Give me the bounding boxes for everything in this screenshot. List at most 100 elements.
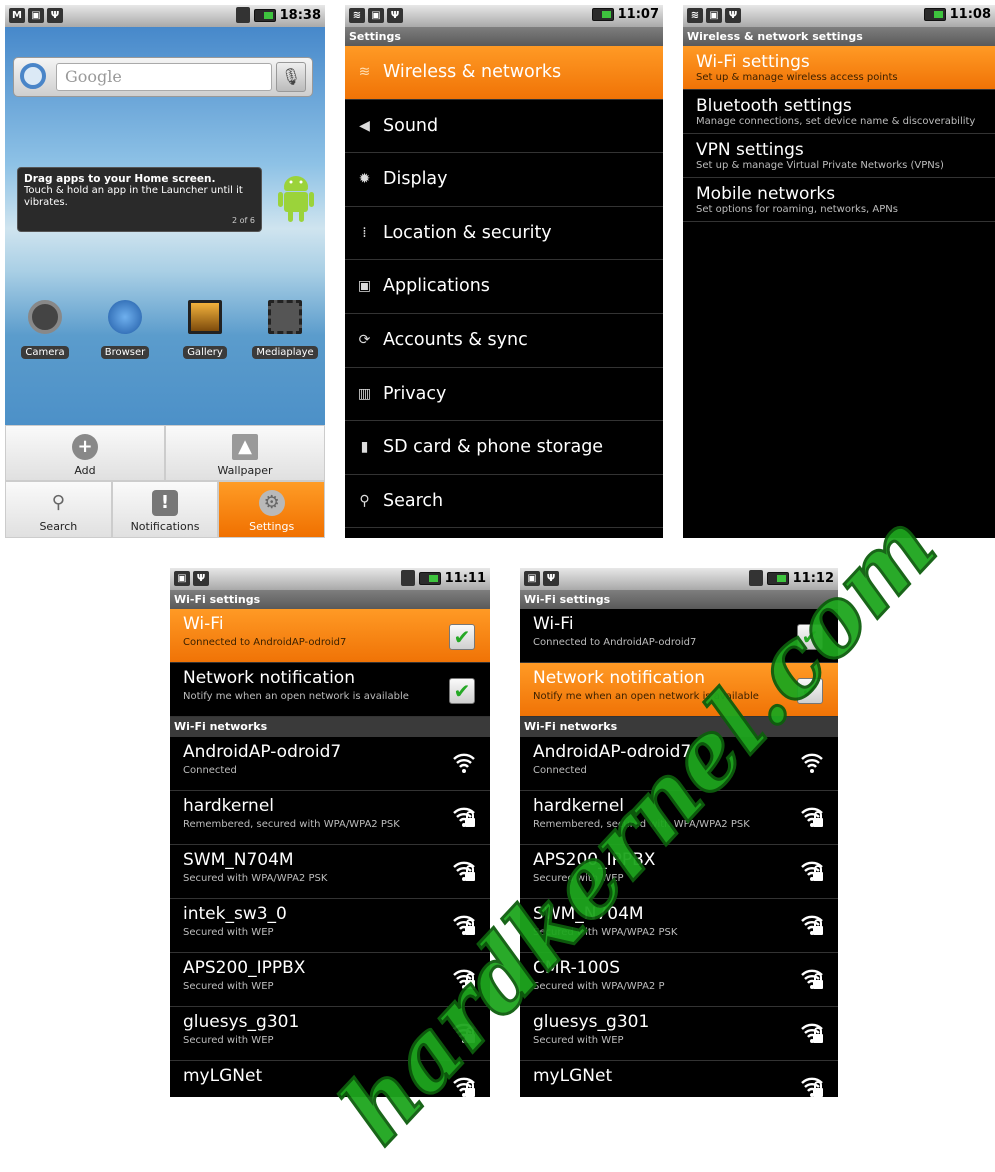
- network-name: AndroidAP-odroid7: [183, 742, 342, 762]
- search-input[interactable]: Google: [56, 63, 272, 91]
- grid-icon: ⁞: [362, 224, 367, 241]
- status-bar: ▣ Ψ 11:11: [170, 568, 490, 590]
- usb-icon: Ψ: [543, 571, 559, 586]
- vpn-settings-item[interactable]: VPN settings Set up & manage Virtual Priv…: [683, 134, 995, 178]
- android-icon: ▣: [174, 571, 190, 586]
- network-status: Secured with WEP: [183, 927, 274, 938]
- wifi-network-row[interactable]: SWM_N704M Secured with WPA/WPA2 PSK: [170, 845, 490, 899]
- wifi-checkbox[interactable]: ✔: [449, 624, 475, 650]
- app-camera[interactable]: Camera: [10, 300, 80, 359]
- mobile-networks-item[interactable]: Mobile networks Set options for roaming, …: [683, 178, 995, 222]
- battery-icon: [418, 571, 441, 585]
- notifications-button[interactable]: ! Notifications: [111, 481, 219, 538]
- bluetooth-settings-item[interactable]: Bluetooth settings Manage connections, se…: [683, 90, 995, 134]
- settings-item-privacy[interactable]: ▥ Privacy: [345, 368, 663, 422]
- search-icon[interactable]: [20, 63, 46, 89]
- network-name: APS200_IPPBX: [533, 850, 656, 870]
- wifi-network-row[interactable]: intek_sw3_0 Secured with WEP: [170, 899, 490, 953]
- search-icon: ⚲: [51, 492, 65, 513]
- settings-item-accounts[interactable]: ⟳ Accounts & sync: [345, 314, 663, 368]
- wifi-network-row[interactable]: gluesys_g301 Secured with WEP: [170, 1007, 490, 1061]
- app-mediaplayer[interactable]: Mediaplaye: [250, 300, 320, 359]
- speaker-icon: ◀: [359, 117, 370, 134]
- wifi-toggle-row[interactable]: Wi-Fi Connected to AndroidAP-odroid7 ✔: [170, 609, 490, 663]
- clock: 11:07: [617, 7, 659, 22]
- wireless-settings-list: Wi-Fi settings Set up & manage wireless a…: [683, 46, 995, 222]
- wifi-network-row[interactable]: APS200_IPPBX Secured with WEP: [520, 845, 838, 899]
- network-name: myLGNet: [533, 1066, 613, 1086]
- wifi-toggle-row[interactable]: Wi-Fi Connected to AndroidAP-odroid7 ✔: [520, 609, 838, 663]
- status-bar: ▣ Ψ 11:12: [520, 568, 838, 590]
- google-search-widget[interactable]: Google 🎙: [13, 57, 313, 97]
- android-icon: ▣: [368, 8, 384, 23]
- sdcard-icon: ▮: [360, 439, 369, 456]
- clock: 11:12: [792, 570, 834, 586]
- battery-icon: [591, 8, 614, 21]
- camera-icon: [28, 300, 62, 334]
- network-notification-row[interactable]: Network notification Notify me when an op…: [170, 663, 490, 717]
- wifi-signal-icon: [800, 751, 824, 775]
- wifi-network-row[interactable]: AndroidAP-odroid7 Connected: [520, 737, 838, 791]
- wifi-checkbox[interactable]: ✔: [797, 624, 823, 650]
- wifi-network-row[interactable]: myLGNet: [520, 1061, 838, 1097]
- settings-item-display[interactable]: ✹ Display: [345, 153, 663, 207]
- wifi-network-row[interactable]: SWM_N704M Secured with WPA/WPA2 PSK: [520, 899, 838, 953]
- wifi-lock-icon: [800, 913, 824, 937]
- wifi-network-row[interactable]: CMR-100S Secured with WPA/WPA2 P: [520, 953, 838, 1007]
- android-icon: ▣: [28, 8, 44, 23]
- app-gallery[interactable]: Gallery: [170, 300, 240, 359]
- wifi-icon: ≋: [358, 64, 371, 80]
- network-status: Secured with WEP: [533, 873, 624, 884]
- page-title: Settings: [345, 27, 663, 46]
- signal-icon: [400, 570, 415, 586]
- network-status: Secured with WPA/WPA2 PSK: [533, 927, 678, 938]
- wifi-settings-item[interactable]: Wi-Fi settings Set up & manage wireless a…: [683, 46, 995, 90]
- signal-icon: [748, 570, 763, 586]
- applications-icon: ▣: [357, 278, 372, 295]
- film-icon: [268, 300, 302, 334]
- network-status: Secured with WEP: [183, 1035, 274, 1046]
- network-name: hardkernel: [533, 796, 625, 816]
- network-notification-checkbox[interactable]: ✔: [449, 678, 475, 704]
- network-notification-row[interactable]: Network notification Notify me when an op…: [520, 663, 838, 717]
- microphone-icon[interactable]: 🎙: [276, 62, 306, 92]
- network-status: Secured with WPA/WPA2 P: [533, 981, 665, 992]
- settings-item-search[interactable]: ⚲ Search: [345, 475, 663, 529]
- section-header: Wi-Fi networks: [520, 717, 838, 737]
- search-button[interactable]: ⚲ Search: [5, 481, 112, 538]
- settings-item-sound[interactable]: ◀ Sound: [345, 100, 663, 154]
- signal-icon: [235, 7, 250, 23]
- wifi-network-row[interactable]: APS200_IPPBX Secured with WEP: [170, 953, 490, 1007]
- wifi-lock-icon: [800, 805, 824, 829]
- wifi-settings-list: Wi-Fi Connected to AndroidAP-odroid7 ✔ Net…: [520, 609, 838, 1097]
- wifi-settings-screen-1: ▣ Ψ 11:11 Wi-Fi settings Wi-Fi Connected t…: [170, 568, 490, 1097]
- android-robot-icon: [278, 176, 314, 222]
- settings-item-storage[interactable]: ▮ SD card & phone storage: [345, 421, 663, 475]
- wifi-lock-icon: [452, 1075, 476, 1097]
- settings-button[interactable]: ⚙ Settings: [218, 481, 325, 538]
- usb-icon: Ψ: [725, 8, 741, 23]
- hint-tooltip[interactable]: Drag apps to your Home screen. Touch & h…: [17, 167, 262, 232]
- usb-icon: Ψ: [47, 8, 63, 23]
- network-status: Secured with WPA/WPA2 PSK: [183, 873, 328, 884]
- wifi-lock-icon: [452, 805, 476, 829]
- wifi-network-row[interactable]: AndroidAP-odroid7 Connected: [170, 737, 490, 791]
- wifi-settings-screen-2: ▣ Ψ 11:12 Wi-Fi settings Wi-Fi Connected t…: [520, 568, 838, 1097]
- network-status: Remembered, secured with WPA/WPA2 PSK: [183, 819, 400, 830]
- settings-item-wireless[interactable]: ≋ Wireless & networks: [345, 46, 663, 100]
- wifi-network-row[interactable]: hardkernel Remembered, secured with WPA/W…: [520, 791, 838, 845]
- plus-icon: +: [72, 434, 98, 460]
- settings-item-applications[interactable]: ▣ Applications: [345, 260, 663, 314]
- status-bar: ≋ ▣ Ψ 11:08: [683, 5, 995, 27]
- wifi-network-row[interactable]: gluesys_g301 Secured with WEP: [520, 1007, 838, 1061]
- add-button[interactable]: + Add: [5, 425, 165, 481]
- status-bar: M ▣ Ψ 18:38: [5, 5, 325, 27]
- brightness-icon: ✹: [358, 171, 371, 188]
- wifi-network-row[interactable]: myLGNet: [170, 1061, 490, 1097]
- app-browser[interactable]: Browser: [90, 300, 160, 359]
- wifi-network-row[interactable]: hardkernel Remembered, secured with WPA/W…: [170, 791, 490, 845]
- wallpaper-button[interactable]: ▲ Wallpaper: [165, 425, 325, 481]
- network-notification-checkbox[interactable]: ✔: [797, 678, 823, 704]
- android-icon: ▣: [524, 571, 540, 586]
- settings-item-location[interactable]: ⁞ Location & security: [345, 207, 663, 261]
